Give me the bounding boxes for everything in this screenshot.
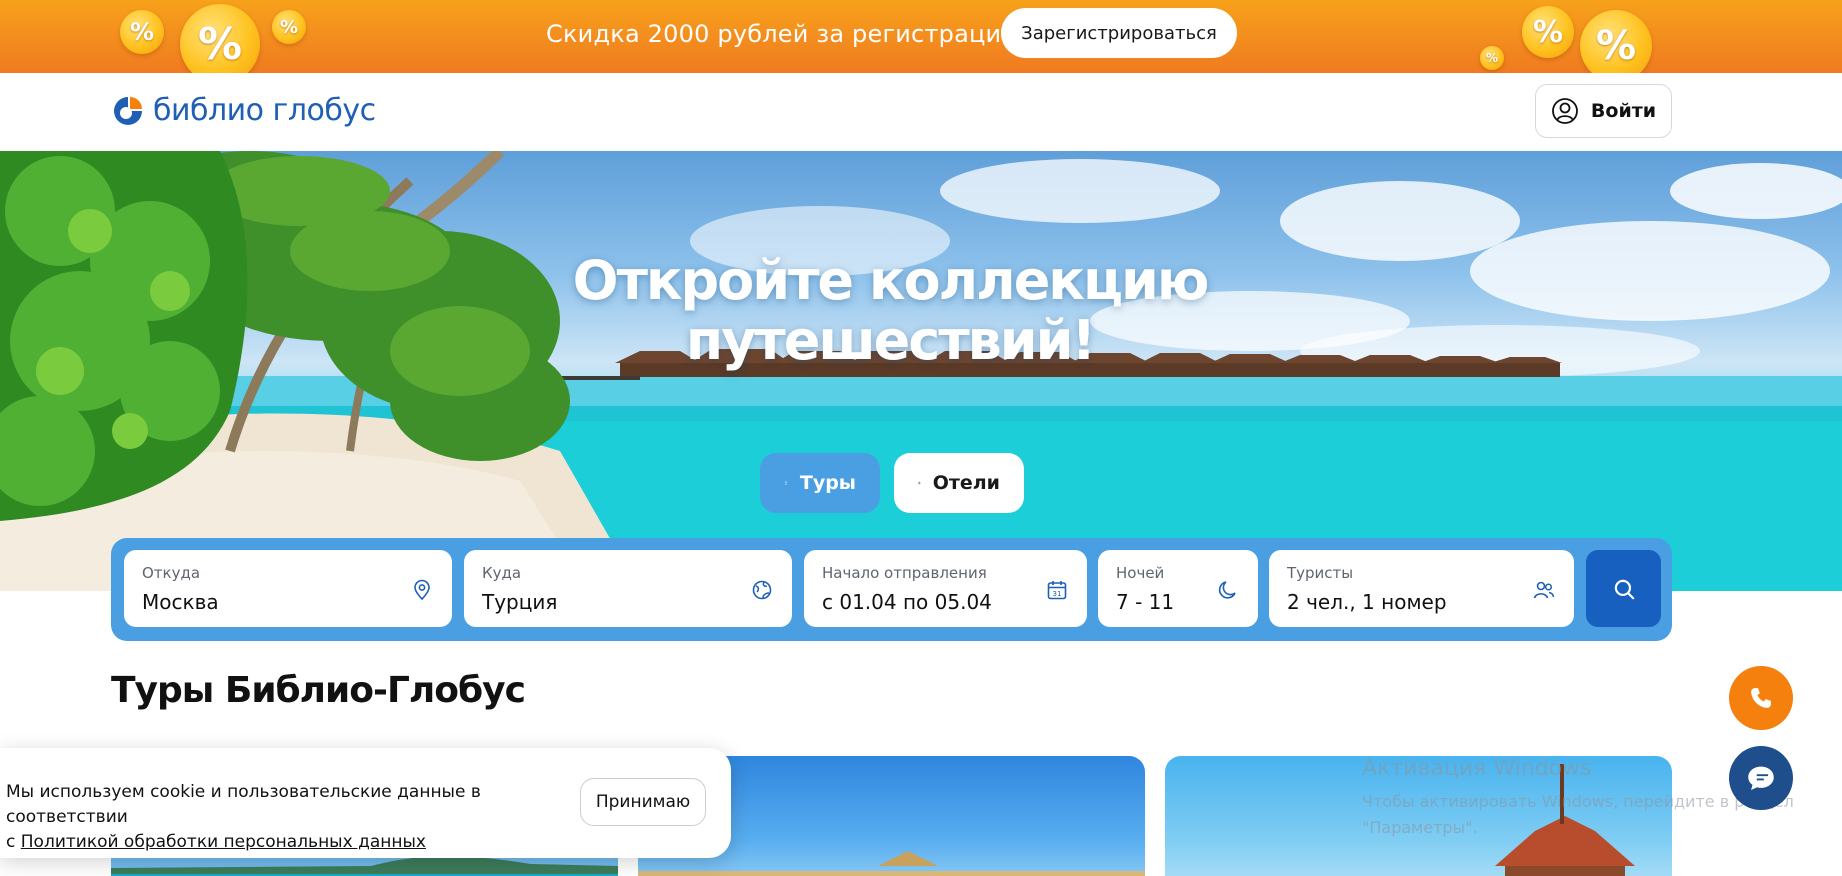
login-label: Войти <box>1590 100 1657 122</box>
hero-title-line2: путешествий! <box>685 309 1096 372</box>
discount-coin-icon: % <box>272 10 306 44</box>
departure-field[interactable]: Начало отправления с 01.04 по 05.04 31 <box>804 550 1087 627</box>
logo-text: библио глобус <box>153 93 376 128</box>
palm-icon <box>784 481 788 485</box>
tab-hotels[interactable]: Отели <box>894 453 1024 513</box>
phone-icon <box>1751 688 1771 708</box>
register-button[interactable]: Зарегистрироваться <box>1001 8 1237 58</box>
hero-title: Откройте коллекцию путешествий! <box>560 251 1220 371</box>
section-title: Туры Библио-Глобус <box>111 670 526 711</box>
globe-icon <box>752 580 772 600</box>
tour-search-form: Откуда Москва Куда Турция Начало отправл… <box>111 538 1672 641</box>
discount-coin-icon: % <box>1480 46 1504 70</box>
to-label: Куда <box>482 564 522 582</box>
departure-value: с 01.04 по 05.04 <box>822 590 992 614</box>
hero-banner: Откройте коллекцию путешествий! Туры Оте… <box>0 151 1842 591</box>
search-type-tabs: Туры Отели <box>760 453 1024 513</box>
calendar-day-number: 31 <box>1053 590 1062 598</box>
tourists-value: 2 чел., 1 номер <box>1287 590 1447 614</box>
promo-text: Скидка 2000 рублей за регистрацию <box>546 20 1022 48</box>
call-button[interactable] <box>1729 666 1793 730</box>
page: % % % % % % Скидка 2000 рублей за регист… <box>0 0 1842 876</box>
departure-label: Начало отправления <box>822 564 987 582</box>
from-value: Москва <box>142 590 219 614</box>
users-icon <box>1533 581 1555 599</box>
globe-logo-icon <box>114 96 142 125</box>
logo[interactable]: библио глобус <box>111 93 376 128</box>
discount-coin-icon: % <box>1522 6 1574 58</box>
discount-coin-icon: % <box>120 10 164 54</box>
moon-icon <box>1218 581 1236 599</box>
tab-hotels-label: Отели <box>932 472 1000 494</box>
chat-bubble-icon <box>1748 766 1774 791</box>
search-submit-button[interactable] <box>1586 550 1661 627</box>
promo-banner: % % % % % % Скидка 2000 рублей за регист… <box>0 0 1842 73</box>
cookie-text-line1: Мы используем cookie и пользовательские … <box>6 782 481 827</box>
privacy-policy-link[interactable]: Политикой обработки персональных данных <box>21 832 426 852</box>
nights-field[interactable]: Ночей 7 - 11 <box>1098 550 1258 627</box>
tab-tours-label: Туры <box>799 472 856 494</box>
accept-cookies-button[interactable]: Принимаю <box>580 778 706 826</box>
discount-coin-icon: % <box>180 4 260 73</box>
cookie-text: Мы используем cookie и пользовательские … <box>6 780 566 855</box>
discount-coin-icon: % <box>1580 10 1652 73</box>
to-value: Турция <box>482 590 558 614</box>
chat-button[interactable] <box>1729 746 1793 810</box>
from-label: Откуда <box>142 564 201 582</box>
location-pin-icon <box>414 579 430 601</box>
to-field[interactable]: Куда Турция <box>464 550 792 627</box>
tourists-label: Туристы <box>1287 564 1354 582</box>
tourists-field[interactable]: Туристы 2 чел., 1 номер <box>1269 550 1574 627</box>
cookie-text-prefix: с <box>6 832 21 852</box>
cookie-consent-banner: Мы используем cookie и пользовательские … <box>0 748 731 858</box>
login-button[interactable]: Войти <box>1535 84 1672 138</box>
user-circle-icon <box>1552 98 1578 124</box>
hotel-icon <box>918 481 921 485</box>
from-field[interactable]: Откуда Москва <box>124 550 452 627</box>
tab-tours[interactable]: Туры <box>760 453 880 513</box>
calendar-icon: 31 <box>1047 581 1067 600</box>
hero-title-line1: Откройте коллекцию <box>572 249 1210 312</box>
site-header: библио глобус Войти <box>0 73 1842 151</box>
search-icon <box>1614 579 1634 599</box>
